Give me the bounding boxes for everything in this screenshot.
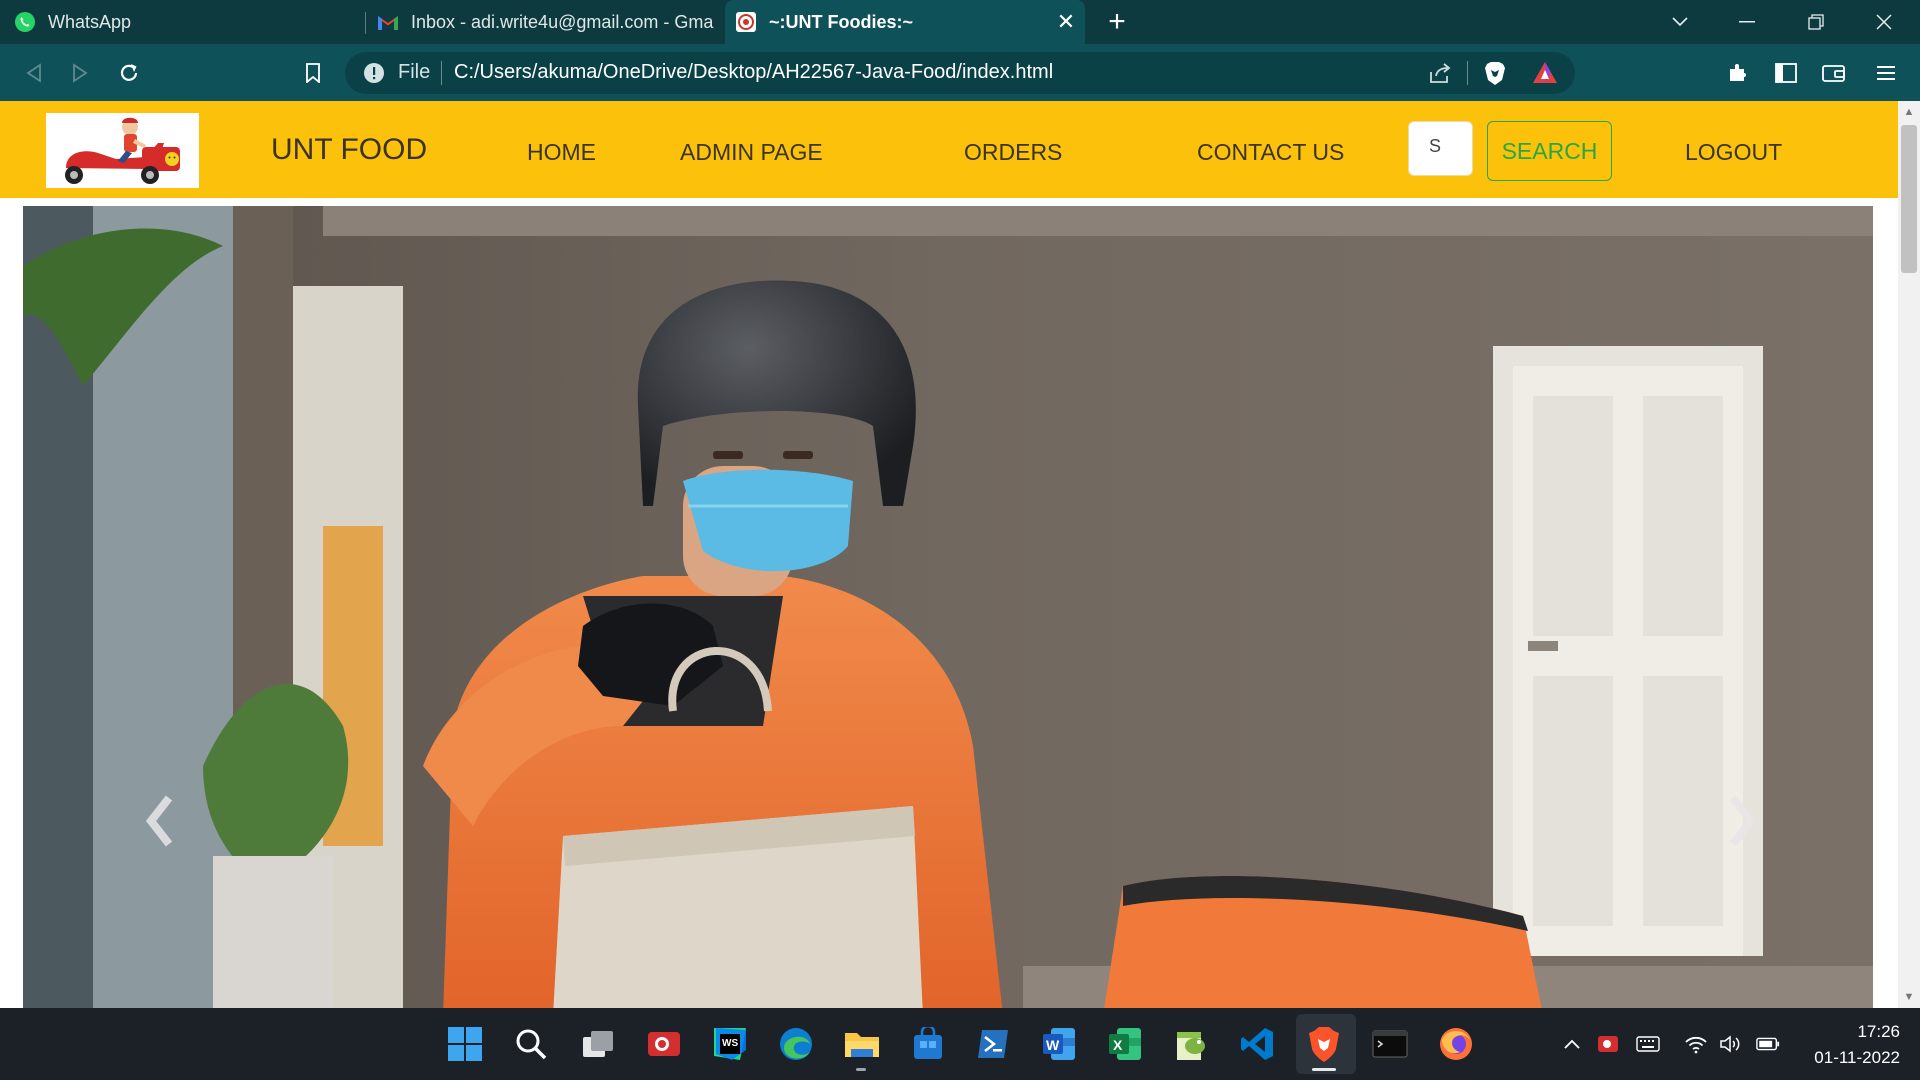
volume-icon[interactable] [1719,1032,1743,1056]
terminal-icon[interactable] [1368,1022,1412,1066]
hero-carousel [23,206,1873,1008]
address-bar[interactable]: File C:/Users/akuma/OneDrive/Desktop/AH2… [345,52,1575,94]
carousel-next-chevron-right-icon[interactable] [1711,786,1771,856]
page-viewport: UNT FOOD HOME ADMIN PAGE ORDERS CONTACT … [0,101,1898,1008]
close-tab-icon[interactable]: ✕ [1054,10,1078,34]
firefox-icon[interactable] [1434,1022,1478,1066]
forward-icon[interactable] [64,57,96,89]
notepad-plus-icon[interactable] [1169,1022,1213,1066]
tab-unt-foodies[interactable]: ~:UNT Foodies:~ [725,0,1085,44]
battery-icon[interactable] [1756,1032,1780,1056]
reload-icon[interactable] [113,57,145,89]
search-input[interactable]: S [1408,121,1473,176]
sidebar-toggle-icon[interactable] [1770,57,1802,89]
task-view-icon[interactable] [576,1022,620,1066]
tab-search-chevron-icon[interactable] [1662,8,1698,36]
vscode-icon[interactable] [1235,1022,1279,1066]
logout-link[interactable]: LOGOUT [1685,139,1782,166]
brave-shields-icon[interactable] [1481,59,1509,87]
search-icon[interactable] [509,1022,553,1066]
tab-title: Inbox - adi.write4u@gmail.com - Gmail [411,11,714,32]
site-navbar: UNT FOOD HOME ADMIN PAGE ORDERS CONTACT … [0,101,1898,198]
new-tab-icon[interactable]: + [1103,7,1131,37]
menu-icon[interactable] [1870,57,1902,89]
keyboard-icon[interactable] [1636,1032,1660,1056]
site-brand[interactable]: UNT FOOD [271,133,427,167]
word-icon[interactable]: W [1037,1022,1081,1066]
page-scrollbar[interactable]: ▲ ▼ [1898,101,1920,1008]
whatsapp-icon [14,11,36,33]
info-icon[interactable] [363,62,385,84]
nav-orders[interactable]: ORDERS [964,139,1062,166]
gmail-icon [377,11,399,33]
webstorm-icon[interactable]: WS [708,1022,752,1066]
windows-start-icon[interactable] [443,1022,487,1066]
excel-icon[interactable]: X [1103,1022,1147,1066]
brave-icon[interactable] [1302,1022,1346,1066]
powershell-icon[interactable] [971,1022,1015,1066]
windows-taskbar: WS W X 17:26 01-11-2022 [0,1008,1920,1080]
tray-recorder-icon[interactable] [1596,1032,1620,1056]
carousel-prev-chevron-left-icon[interactable] [131,786,191,856]
store-icon[interactable] [906,1022,950,1066]
wallet-icon[interactable] [1818,57,1850,89]
nav-admin-page[interactable]: ADMIN PAGE [680,139,823,166]
svg-text:X: X [1113,1037,1123,1053]
svg-text:WS: WS [722,1038,738,1049]
browser-tab-strip: WhatsApp Inbox - adi.write4u@gmail.com -… [0,0,1920,44]
minimize-icon[interactable] [1729,8,1765,36]
address-divider [441,61,442,85]
scroll-up-arrow-icon[interactable]: ▲ [1898,101,1920,121]
site-logo[interactable] [46,113,199,188]
tab-gmail[interactable]: Inbox - adi.write4u@gmail.com - Gmail [377,0,714,44]
share-icon[interactable] [1427,60,1453,86]
tab-title: WhatsApp [48,11,132,32]
site-favicon [735,11,757,33]
hero-image-delivery-person [23,206,1873,1008]
restore-icon[interactable] [1798,8,1834,36]
scheme-label: File [398,61,431,83]
svg-text:W: W [1046,1037,1060,1053]
file-explorer-icon[interactable] [840,1022,884,1066]
tab-whatsapp[interactable]: WhatsApp [14,0,354,44]
address-divider [1467,61,1468,85]
bookmark-icon[interactable] [297,57,329,89]
tab-title: ~:UNT Foodies:~ [769,11,914,32]
active-indicator [1312,1068,1336,1071]
scroll-thumb[interactable] [1901,125,1917,273]
nav-contact-us[interactable]: CONTACT US [1197,139,1344,166]
url-text[interactable]: C:/Users/akuma/OneDrive/Desktop/AH22567-… [454,61,1053,84]
running-indicator [856,1068,866,1071]
brave-rewards-icon[interactable] [1531,59,1559,87]
search-button[interactable]: SEARCH [1487,121,1612,181]
back-icon[interactable] [18,57,50,89]
edge-icon[interactable] [774,1022,818,1066]
clock-time[interactable]: 17:26 [1820,1022,1900,1042]
screen-recorder-icon[interactable] [642,1022,686,1066]
extensions-icon[interactable] [1722,57,1754,89]
nav-home[interactable]: HOME [527,139,596,166]
browser-toolbar: File C:/Users/akuma/OneDrive/Desktop/AH2… [0,44,1920,101]
tab-separator [365,12,366,34]
scroll-down-arrow-icon[interactable]: ▼ [1898,988,1920,1008]
clock-date[interactable]: 01-11-2022 [1800,1048,1900,1068]
wifi-icon[interactable] [1684,1032,1708,1056]
close-window-icon[interactable] [1866,8,1902,36]
show-hidden-icons-chevron-icon[interactable] [1560,1032,1584,1056]
